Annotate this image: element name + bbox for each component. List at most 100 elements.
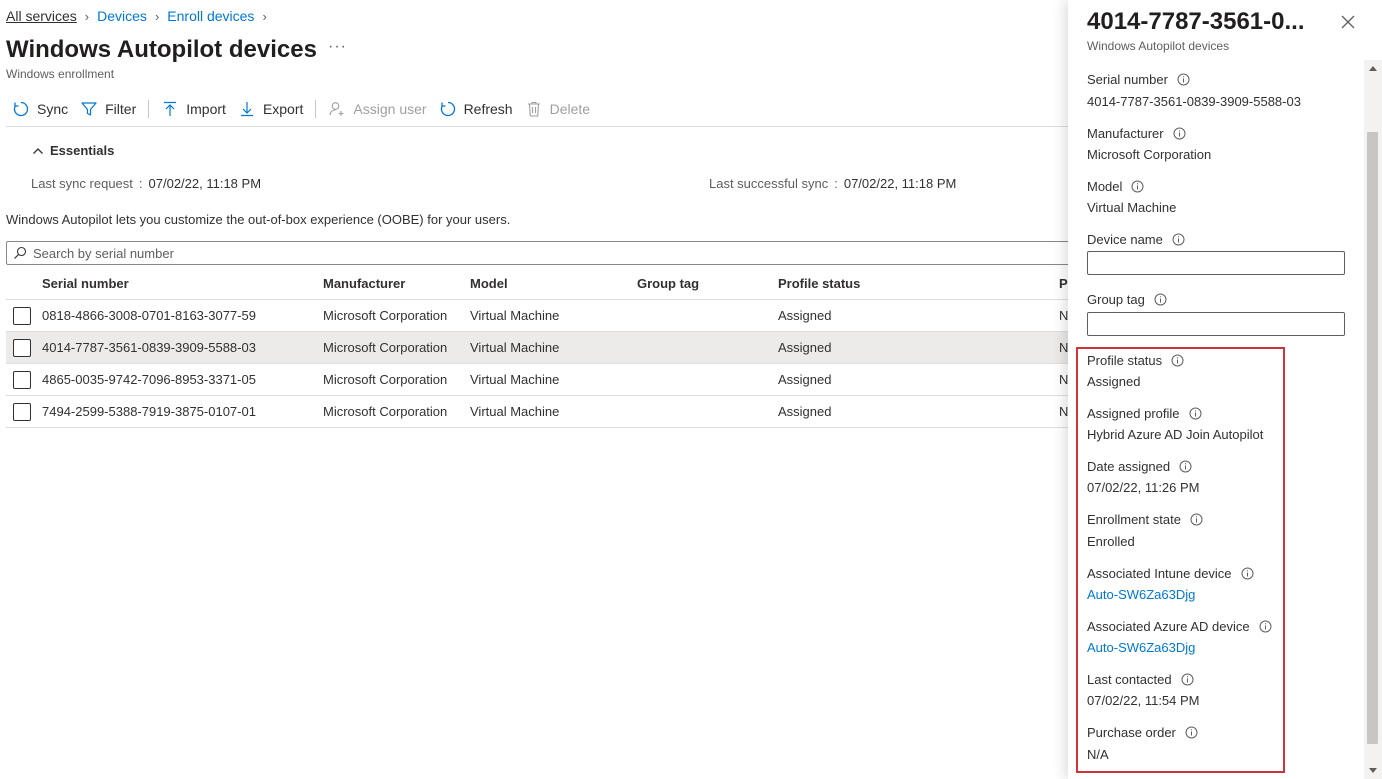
colon: : [138,176,143,191]
scroll-up-arrow-icon[interactable] [1369,66,1377,71]
purchase-order-label-text: Purchase order [1087,725,1176,740]
cell-serial: 4014-7787-3561-0839-3909-5588-03 [42,340,256,355]
table-row[interactable]: 4014-7787-3561-0839-3909-5588-03 Microso… [6,332,1068,364]
table-row[interactable]: 7494-2599-5388-7919-3875-0107-01 Microso… [6,396,1068,428]
search-input[interactable] [33,245,1033,261]
delete-button[interactable]: Delete [519,96,596,122]
device-name-label: Device name [1087,232,1185,247]
enrollment-state-label: Enrollment state [1087,512,1203,527]
info-icon[interactable] [1190,513,1203,526]
cell-manufacturer: Microsoft Corporation [323,404,448,419]
date-assigned-label: Date assigned [1087,459,1192,474]
last-contacted-label-text: Last contacted [1087,672,1172,687]
column-truncated[interactable]: P [1059,276,1068,291]
date-assigned-value: 07/02/22, 11:26 PM [1087,480,1200,495]
search-box[interactable] [6,241,1068,265]
last-contacted-label: Last contacted [1087,672,1194,687]
column-serial-number[interactable]: Serial number [42,276,129,291]
scroll-down-arrow-icon[interactable] [1369,768,1377,773]
assign-user-icon [329,102,344,116]
device-name-input[interactable] [1087,251,1345,275]
delete-icon [527,101,540,117]
panel-scrollbar[interactable] [1364,60,1382,779]
info-icon[interactable] [1241,567,1254,580]
breadcrumb-enroll-devices[interactable]: Enroll devices [167,8,254,24]
cell-manufacturer: Microsoft Corporation [323,340,448,355]
assign-user-button[interactable]: Assign user [322,96,432,122]
row-checkbox[interactable] [13,402,31,421]
breadcrumb-devices[interactable]: Devices [97,8,147,24]
profile-status-value: Assigned [1087,374,1141,389]
model-label: Model [1087,179,1144,194]
azure-ad-device-link[interactable]: Auto-SW6Za63Djg [1087,640,1195,655]
enrollment-state-value: Enrolled [1087,534,1135,549]
column-group-tag[interactable]: Group tag [637,276,699,291]
refresh-button[interactable]: Refresh [433,96,519,122]
close-button[interactable] [1338,12,1358,32]
last-successful-sync: Last successful sync:07/02/22, 11:18 PM [709,176,956,191]
info-icon[interactable] [1172,233,1185,246]
serial-number-label: Serial number [1087,72,1190,87]
assigned-profile-label: Assigned profile [1087,406,1202,421]
filter-button[interactable]: Filter [74,96,142,122]
more-options-button[interactable]: ··· [328,38,347,56]
export-button[interactable]: Export [232,96,309,122]
description-text: Windows Autopilot lets you customize the… [6,212,511,227]
last-sync-request-label: Last sync request [31,176,133,191]
info-icon[interactable] [1181,673,1194,686]
sync-label: Sync [37,101,69,117]
import-label: Import [186,101,226,117]
serial-number-value: 4014-7787-3561-0839-3909-5588-03 [1087,94,1301,109]
import-button[interactable]: Import [155,96,232,122]
table-row[interactable]: 4865-0035-9742-7096-8953-3371-05 Microso… [6,364,1068,396]
cell-serial: 0818-4866-3008-0701-8163-3077-59 [42,308,256,323]
page-title: Windows Autopilot devices [6,36,317,63]
essentials-toggle[interactable]: Essentials [32,143,114,158]
purchase-order-label: Purchase order [1087,725,1198,740]
last-successful-sync-value: 07/02/22, 11:18 PM [843,176,957,191]
group-tag-input[interactable] [1087,312,1345,336]
cell-profile-status: Assigned [778,372,832,387]
assigned-profile-label-text: Assigned profile [1087,406,1180,421]
info-icon[interactable] [1131,180,1144,193]
row-checkbox[interactable] [13,370,31,389]
chevron-up-icon [33,147,43,154]
export-label: Export [262,101,304,117]
info-icon[interactable] [1177,73,1190,86]
info-icon[interactable] [1179,460,1192,473]
refresh-label: Refresh [463,101,513,117]
info-icon[interactable] [1173,127,1186,140]
last-successful-sync-label: Last successful sync [709,176,829,191]
assigned-profile-value: Hybrid Azure AD Join Autopilot [1087,427,1264,442]
info-icon[interactable] [1171,354,1184,367]
filter-label: Filter [105,101,137,117]
column-model[interactable]: Model [470,276,508,291]
model-value: Virtual Machine [1087,200,1177,215]
info-icon[interactable] [1185,726,1198,739]
scroll-thumb[interactable] [1367,132,1378,744]
cell-truncated: N [1059,340,1068,355]
group-tag-label: Group tag [1087,292,1167,307]
refresh-icon [440,101,455,117]
cell-model: Virtual Machine [470,308,560,323]
azure-ad-device-label: Associated Azure AD device [1087,619,1272,634]
sync-button[interactable]: Sync [6,96,74,122]
column-manufacturer[interactable]: Manufacturer [323,276,405,291]
colon: : [834,176,838,191]
devices-table: Serial number Manufacturer Model Group t… [6,268,1068,428]
row-checkbox[interactable] [13,338,31,357]
intune-device-link[interactable]: Auto-SW6Za63Djg [1087,587,1195,602]
table-header: Serial number Manufacturer Model Group t… [6,268,1068,300]
table-row[interactable]: 0818-4866-3008-0701-8163-3077-59 Microso… [6,300,1068,332]
cell-manufacturer: Microsoft Corporation [323,308,448,323]
sync-icon [13,101,29,117]
row-checkbox[interactable] [13,306,31,325]
info-icon[interactable] [1259,620,1272,633]
column-profile-status[interactable]: Profile status [778,276,860,291]
assign-user-label: Assign user [353,101,427,117]
cell-model: Virtual Machine [470,340,560,355]
info-icon[interactable] [1154,293,1167,306]
serial-number-label-text: Serial number [1087,72,1168,87]
info-icon[interactable] [1189,407,1202,420]
breadcrumb-all-services[interactable]: All services [6,8,77,24]
